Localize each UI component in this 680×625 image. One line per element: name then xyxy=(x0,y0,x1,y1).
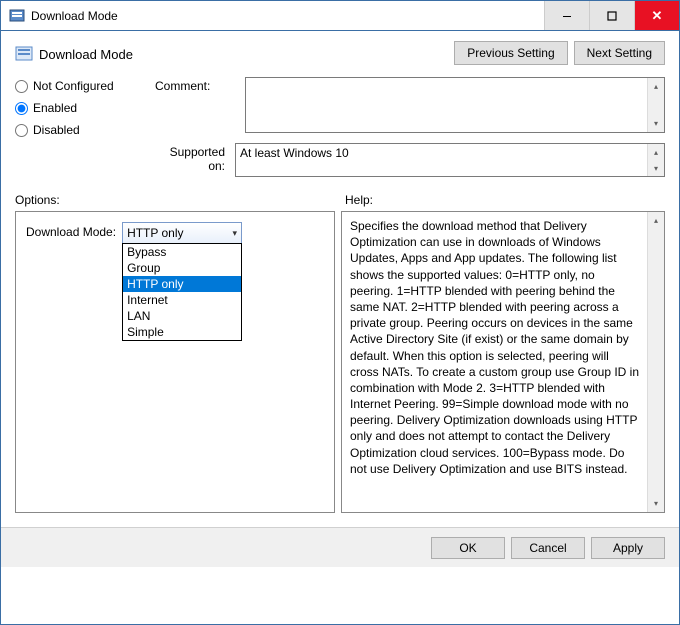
previous-setting-button[interactable]: Previous Setting xyxy=(454,41,567,65)
options-label: Options: xyxy=(15,193,345,207)
comment-scrollbar[interactable]: ▴ ▾ xyxy=(647,78,664,132)
scroll-down-icon[interactable]: ▾ xyxy=(648,495,664,512)
supported-on-text: At least Windows 10 xyxy=(236,144,647,176)
comment-label: Comment: xyxy=(155,77,235,133)
help-scrollbar[interactable]: ▴ ▾ xyxy=(647,212,664,512)
comment-text xyxy=(246,78,647,132)
radio-enabled[interactable]: Enabled xyxy=(15,101,155,115)
page-title: Download Mode xyxy=(39,47,133,62)
radio-not-configured-input[interactable] xyxy=(15,80,28,93)
download-mode-dropdown-list: Bypass Group HTTP only Internet LAN Simp… xyxy=(122,243,242,341)
ok-button[interactable]: OK xyxy=(431,537,505,559)
titlebar: Download Mode ✕ xyxy=(1,1,679,31)
combo-option-group[interactable]: Group xyxy=(123,260,241,276)
window-controls: ✕ xyxy=(544,1,679,30)
download-mode-combobox[interactable]: HTTP only ▾ Bypass Group HTTP only Inter… xyxy=(122,222,242,244)
minimize-button[interactable] xyxy=(544,1,589,30)
dialog-footer: OK Cancel Apply xyxy=(1,527,679,567)
window-title: Download Mode xyxy=(31,9,544,23)
combo-option-bypass[interactable]: Bypass xyxy=(123,244,241,260)
scroll-down-icon[interactable]: ▾ xyxy=(648,160,664,176)
combo-option-internet[interactable]: Internet xyxy=(123,292,241,308)
scroll-up-icon[interactable]: ▴ xyxy=(648,78,664,95)
maximize-button[interactable] xyxy=(589,1,634,30)
scroll-up-icon[interactable]: ▴ xyxy=(648,212,664,229)
options-panel: Download Mode: HTTP only ▾ Bypass Group … xyxy=(15,211,335,513)
next-setting-button[interactable]: Next Setting xyxy=(574,41,665,65)
help-panel: Specifies the download method that Deliv… xyxy=(341,211,665,513)
scroll-up-icon[interactable]: ▴ xyxy=(648,144,664,160)
scroll-down-icon[interactable]: ▾ xyxy=(648,115,664,132)
radio-disabled[interactable]: Disabled xyxy=(15,123,155,137)
help-label: Help: xyxy=(345,193,373,207)
page-icon xyxy=(15,45,33,63)
download-mode-value: HTTP only xyxy=(127,226,183,240)
supported-on-label: Supported on: xyxy=(155,143,235,177)
chevron-down-icon: ▾ xyxy=(233,228,238,239)
combo-option-http-only[interactable]: HTTP only xyxy=(123,276,241,292)
radio-enabled-label: Enabled xyxy=(33,101,77,115)
comment-textarea[interactable]: ▴ ▾ xyxy=(245,77,665,133)
close-button[interactable]: ✕ xyxy=(634,1,679,30)
radio-disabled-label: Disabled xyxy=(33,123,80,137)
radio-not-configured-label: Not Configured xyxy=(33,79,114,93)
cancel-button[interactable]: Cancel xyxy=(511,537,585,559)
radio-disabled-input[interactable] xyxy=(15,124,28,137)
app-icon xyxy=(9,8,25,24)
radio-not-configured[interactable]: Not Configured xyxy=(15,79,155,93)
combo-option-lan[interactable]: LAN xyxy=(123,308,241,324)
download-mode-label: Download Mode: xyxy=(26,222,116,239)
supported-scrollbar[interactable]: ▴ ▾ xyxy=(647,144,664,176)
help-text: Specifies the download method that Deliv… xyxy=(342,212,647,512)
apply-button[interactable]: Apply xyxy=(591,537,665,559)
combo-option-simple[interactable]: Simple xyxy=(123,324,241,340)
supported-on-box: At least Windows 10 ▴ ▾ xyxy=(235,143,665,177)
radio-enabled-input[interactable] xyxy=(15,102,28,115)
